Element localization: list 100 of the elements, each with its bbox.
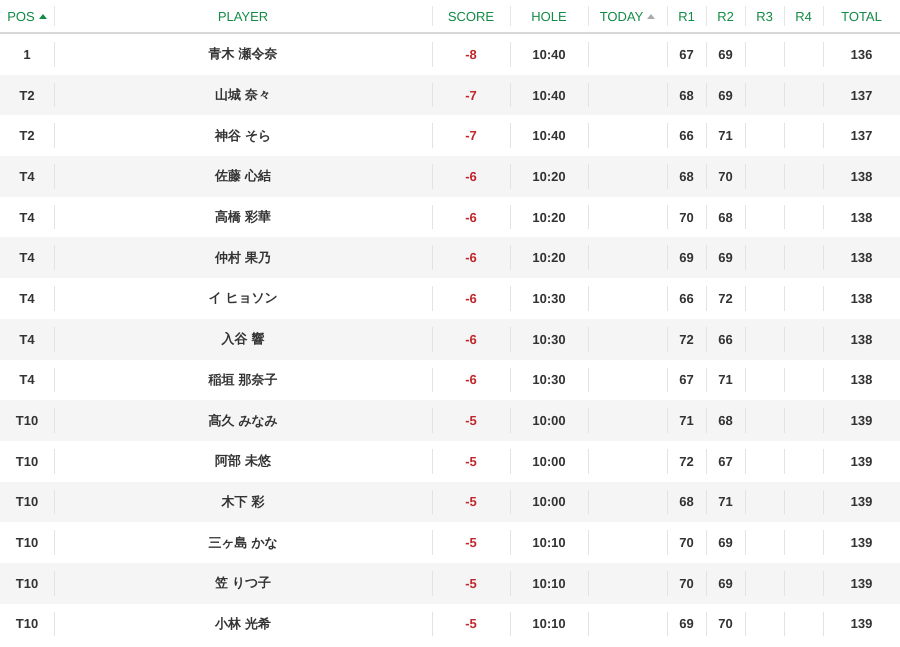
player-name: 稲垣 那奈子	[208, 370, 278, 389]
round-score: 66	[718, 332, 733, 347]
hole-text: 10:10	[532, 576, 566, 591]
round-score: 69	[718, 88, 733, 103]
round-score: 68	[679, 168, 694, 184]
round-score: 72	[718, 290, 733, 306]
score-text: -5	[465, 576, 477, 591]
player-name: 神谷 そら	[215, 126, 271, 145]
player-name: イ ヒョソン	[208, 289, 278, 308]
player-name: 小林 光希	[215, 614, 271, 633]
score-text: -6	[465, 168, 477, 184]
hole-text: 10:30	[532, 332, 566, 347]
round-score: 72	[679, 332, 694, 347]
position-text: 1	[23, 46, 31, 62]
round-score: 69	[679, 250, 694, 266]
round-score: 70	[679, 210, 694, 225]
total-score: 138	[850, 290, 872, 306]
hole-text: 10:40	[532, 128, 566, 144]
hole-text: 10:00	[532, 413, 566, 428]
position-text: T2	[19, 128, 35, 144]
round-score: 70	[718, 616, 733, 632]
column-header[interactable]: TODAY	[600, 8, 656, 24]
column-header[interactable]: POS	[7, 8, 47, 24]
position-text: T10	[16, 494, 38, 510]
hole-text: 10:00	[532, 454, 566, 469]
round-score: 66	[679, 290, 694, 306]
round-score: 71	[718, 128, 733, 144]
round-score: 72	[679, 454, 694, 469]
position-text: T4	[19, 372, 35, 388]
round-score: 70	[679, 535, 694, 550]
player-name: 佐藤 心結	[215, 167, 271, 186]
position-text: T4	[19, 332, 35, 347]
hole-text: 10:10	[532, 535, 566, 550]
score-text: -5	[465, 616, 477, 632]
score-text: -8	[465, 46, 477, 62]
round-score: 70	[718, 168, 733, 184]
total-score: 136	[850, 46, 872, 62]
player-name: 青木 瀬令奈	[208, 45, 278, 64]
player-name: 阿部 未悠	[215, 452, 271, 470]
column-header[interactable]: TOTAL	[841, 8, 882, 24]
position-text: T4	[19, 210, 35, 225]
hole-text: 10:20	[532, 250, 566, 266]
position-text: T4	[19, 290, 35, 306]
total-score: 139	[850, 616, 872, 632]
total-score: 139	[850, 535, 872, 550]
column-header[interactable]: SCORE	[448, 8, 494, 24]
hole-text: 10:20	[532, 168, 566, 184]
round-score: 68	[679, 494, 694, 510]
total-score: 139	[850, 413, 872, 428]
score-text: -5	[465, 535, 477, 550]
round-score: 69	[718, 250, 733, 266]
round-score: 71	[718, 494, 733, 510]
hole-text: 10:40	[532, 88, 566, 103]
round-score: 70	[679, 576, 694, 591]
score-text: -5	[465, 494, 477, 510]
round-score: 68	[718, 413, 733, 428]
score-text: -6	[465, 290, 477, 306]
score-text: -5	[465, 413, 477, 428]
hole-text: 10:20	[532, 210, 566, 225]
score-text: -7	[465, 128, 477, 144]
round-score: 66	[679, 128, 694, 144]
score-text: -6	[465, 210, 477, 225]
position-text: T10	[16, 576, 38, 591]
total-score: 139	[850, 494, 872, 510]
hole-text: 10:00	[532, 494, 566, 510]
total-score: 137	[850, 88, 872, 103]
position-text: T10	[16, 454, 38, 469]
player-name: 仲村 果乃	[215, 248, 271, 267]
column-header[interactable]: PLAYER	[218, 8, 268, 24]
round-score: 67	[679, 372, 694, 388]
hole-text: 10:30	[532, 290, 566, 306]
player-name: 山城 奈々	[215, 86, 271, 104]
total-score: 138	[850, 332, 872, 347]
column-header[interactable]: HOLE	[531, 8, 567, 24]
total-score: 137	[850, 128, 872, 144]
round-score: 67	[718, 454, 733, 469]
score-text: -5	[465, 454, 477, 469]
hole-text: 10:10	[532, 616, 566, 632]
column-header[interactable]: R3	[756, 8, 773, 24]
score-text: -6	[465, 372, 477, 388]
player-name: 三ヶ島 かな	[208, 534, 278, 552]
player-name: 笠 りつ子	[215, 574, 271, 592]
round-score: 69	[718, 576, 733, 591]
round-score: 71	[679, 413, 694, 428]
position-text: T4	[19, 250, 35, 266]
column-header[interactable]: R2	[717, 8, 734, 24]
column-header[interactable]: R4	[795, 8, 812, 24]
player-name: 高橋 彩華	[215, 208, 271, 226]
score-text: -6	[465, 250, 477, 266]
total-score: 139	[850, 576, 872, 591]
round-score: 71	[718, 372, 733, 388]
round-score: 68	[718, 210, 733, 225]
column-header[interactable]: R1	[678, 8, 695, 24]
position-text: T10	[16, 413, 38, 428]
score-text: -7	[465, 88, 477, 103]
position-text: T10	[16, 616, 38, 632]
player-name: 木下 彩	[222, 492, 264, 511]
hole-text: 10:40	[532, 46, 566, 62]
total-score: 139	[850, 454, 872, 469]
round-score: 69	[718, 535, 733, 550]
